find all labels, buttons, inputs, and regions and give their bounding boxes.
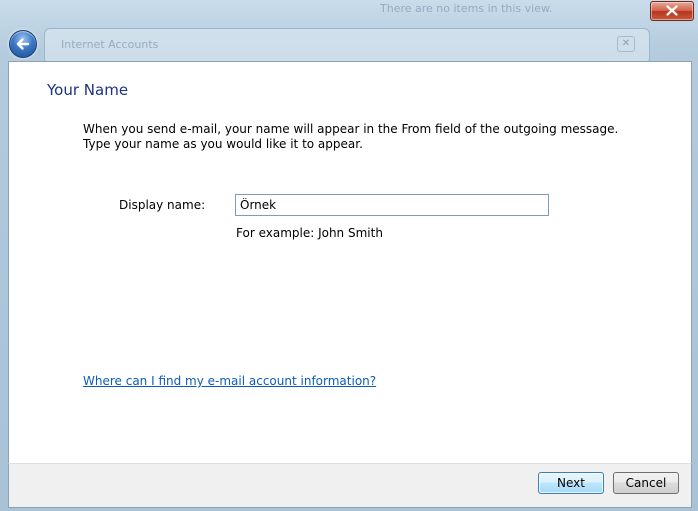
- window-frame: There are no items in this view. Interne…: [0, 0, 698, 511]
- instruction-text: When you send e-mail, your name will app…: [83, 122, 618, 152]
- background-window-title: Internet Accounts: [61, 38, 159, 51]
- close-icon: [666, 5, 678, 16]
- wizard-footer: Next Cancel: [8, 463, 692, 508]
- example-hint: For example: John Smith: [236, 226, 383, 240]
- back-button[interactable]: [9, 30, 37, 58]
- instruction-line-2: Type your name as you would like it to a…: [83, 137, 363, 151]
- background-window-text: There are no items in this view.: [380, 2, 553, 15]
- background-window: Internet Accounts ✕: [44, 28, 650, 64]
- help-link[interactable]: Where can I find my e-mail account infor…: [83, 374, 376, 388]
- next-button[interactable]: Next: [538, 472, 604, 494]
- display-name-label: Display name:: [119, 198, 206, 212]
- instruction-line-1: When you send e-mail, your name will app…: [83, 122, 619, 136]
- background-close-icon: ✕: [617, 36, 635, 52]
- wizard-content: Your Name When you send e-mail, your nam…: [8, 61, 692, 464]
- back-arrow-icon: [16, 38, 30, 50]
- close-button[interactable]: [650, 1, 694, 21]
- cancel-button[interactable]: Cancel: [613, 472, 679, 494]
- page-title: Your Name: [47, 81, 129, 99]
- display-name-input[interactable]: [235, 194, 549, 216]
